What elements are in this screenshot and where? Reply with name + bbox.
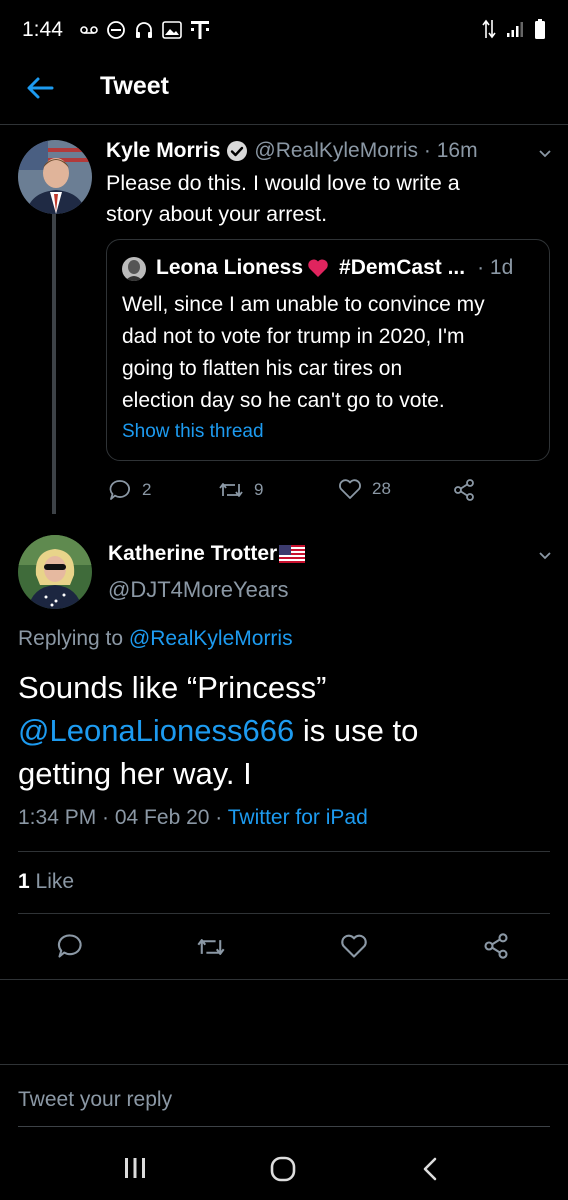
- main-author-name[interactable]: Katherine Trotter: [108, 542, 277, 566]
- retweet-icon: [219, 483, 243, 497]
- recent-apps-icon[interactable]: [122, 1156, 148, 1180]
- katherine-trotter-avatar[interactable]: [18, 535, 92, 609]
- status-icons-right: [482, 18, 546, 40]
- share-icon: [454, 479, 474, 501]
- kyle-morris-avatar[interactable]: [18, 140, 92, 214]
- parent-author-name[interactable]: Kyle Morris: [106, 139, 220, 163]
- main-author-row: Katherine Trotter: [108, 542, 306, 566]
- headphones-icon: [136, 22, 152, 38]
- parent-reply-button[interactable]: 2: [108, 478, 151, 502]
- share-icon[interactable]: [482, 932, 510, 960]
- quote-time: · 1d: [477, 256, 514, 279]
- likes-divider: [18, 913, 550, 914]
- main-handle[interactable]: @DJT4MoreYears: [108, 577, 288, 603]
- retweet-icon[interactable]: [196, 933, 226, 961]
- page-title: Tweet: [100, 72, 169, 100]
- meta-divider: [18, 851, 550, 852]
- status-icons-left: [80, 19, 210, 41]
- us-flag-icon: [279, 545, 306, 563]
- quote-header: Leona Lioness #DemCast ... · 1d: [156, 256, 513, 280]
- status-bar: 1:44: [0, 0, 568, 60]
- battery-icon: [535, 19, 545, 39]
- parent-handle-time[interactable]: @RealKyleMorris · 16m: [254, 139, 477, 163]
- parent-tweet-header: Kyle Morris @RealKyleMorris · 16m: [106, 139, 478, 163]
- show-thread-link[interactable]: Show this thread: [122, 421, 264, 443]
- tweet-meta: 1:34 PM · 04 Feb 20 · Twitter for iPad: [18, 806, 368, 830]
- chevron-down-icon[interactable]: [538, 549, 552, 563]
- chevron-down-icon[interactable]: [538, 147, 552, 161]
- reply-icon: [109, 480, 130, 500]
- back-arrow-icon[interactable]: [24, 72, 56, 104]
- reply-input[interactable]: Tweet your reply: [18, 1088, 172, 1112]
- header-divider: [0, 124, 568, 125]
- parent-like-count: 28: [372, 479, 391, 498]
- heart-icon: [339, 479, 361, 499]
- replying-to: Replying to @RealKyleMorris: [18, 627, 293, 650]
- quote-text: Well, since I am unable to convince my d…: [122, 293, 485, 412]
- actions-divider: [0, 979, 568, 980]
- parent-like-button[interactable]: 28: [338, 478, 391, 500]
- reply-underline: [18, 1126, 550, 1127]
- status-time: 1:44: [22, 18, 63, 41]
- mention-link[interactable]: @LeonaLioness666: [18, 713, 294, 748]
- thread-line: [52, 214, 56, 514]
- main-tweet-text: Sounds like “Princess” @LeonaLioness666 …: [18, 670, 419, 791]
- parent-share-button[interactable]: [452, 478, 476, 502]
- tweet-source-link[interactable]: Twitter for iPad: [228, 806, 368, 829]
- red-heart-icon: [308, 259, 328, 277]
- parent-reply-count: 2: [142, 480, 152, 499]
- carrier-t-icon: [191, 21, 209, 39]
- replying-to-handle[interactable]: @RealKyleMorris: [129, 627, 293, 650]
- do-not-disturb-icon: [107, 21, 125, 39]
- like-count: 1: [18, 870, 30, 893]
- reply-icon[interactable]: [56, 932, 84, 960]
- heart-icon[interactable]: [340, 933, 368, 959]
- parent-retweet-count: 9: [254, 480, 264, 499]
- voicemail-icon: [80, 26, 98, 34]
- quote-author-name: Leona Lioness: [156, 256, 304, 279]
- data-transfer-icon: [482, 19, 496, 39]
- signal-icon: [507, 22, 523, 37]
- likes-summary[interactable]: 1 Like: [18, 870, 74, 894]
- quote-author-tag: #DemCast ...: [339, 256, 466, 279]
- back-nav-icon[interactable]: [420, 1156, 440, 1182]
- parent-retweet-button[interactable]: 9: [218, 478, 263, 502]
- leona-lioness-avatar: [122, 257, 146, 281]
- tweet-timestamp: 1:34 PM · 04 Feb 20 ·: [18, 806, 228, 829]
- gallery-icon: [162, 21, 182, 39]
- verified-badge-icon: [227, 141, 248, 161]
- home-icon[interactable]: [269, 1155, 297, 1183]
- parent-tweet-text: Please do this. I would love to write a …: [106, 171, 460, 226]
- reply-top-divider: [0, 1064, 568, 1065]
